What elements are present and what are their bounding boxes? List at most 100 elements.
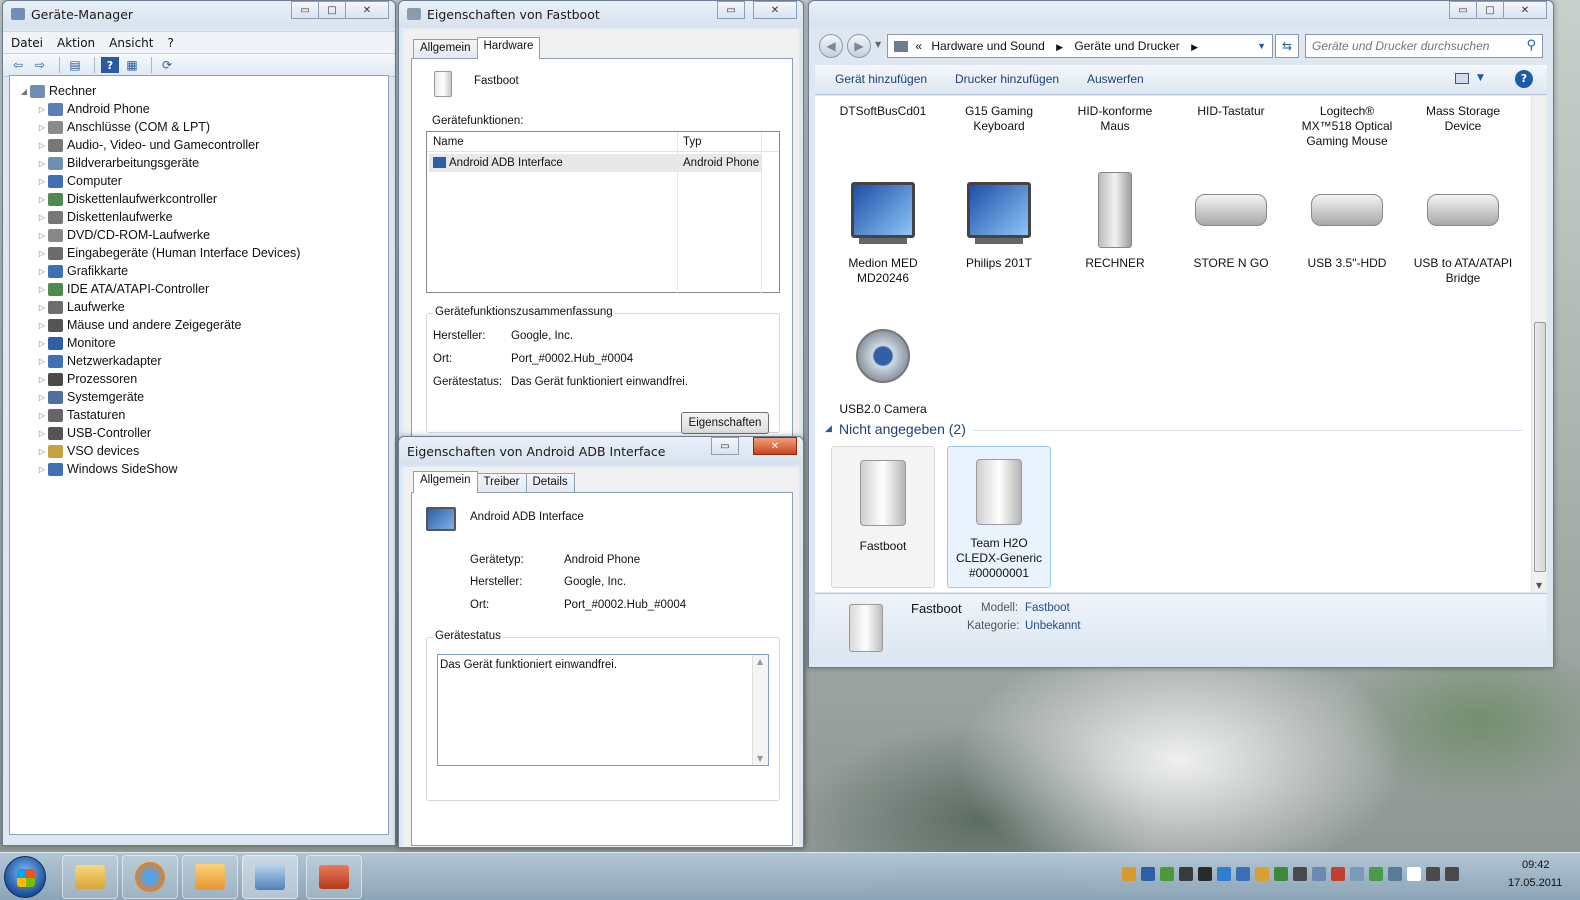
expand-arrow-icon[interactable]: ▷ <box>36 321 48 330</box>
tree-item[interactable]: ▷ Bildverarbeitungsgeräte <box>36 154 388 172</box>
tab-details[interactable]: Details <box>525 473 575 493</box>
tree-item[interactable]: ▷ USB-Controller <box>36 424 388 442</box>
tree-item[interactable]: ▷ Diskettenlaufwerkcontroller <box>36 190 388 208</box>
tray-icon[interactable] <box>1331 867 1345 881</box>
scroll-thumb[interactable] <box>1534 322 1546 572</box>
tree-root[interactable]: ◢ Rechner <box>18 82 388 100</box>
tree-item[interactable]: ▷ Systemgeräte <box>36 388 388 406</box>
tray-icon[interactable] <box>1255 867 1269 881</box>
tray-icon[interactable] <box>1407 867 1421 881</box>
tree-item[interactable]: ▷ Prozessoren <box>36 370 388 388</box>
tree-item[interactable]: ▷ VSO devices <box>36 442 388 460</box>
device-tile[interactable]: STORE N GO <box>1179 170 1283 271</box>
close-button[interactable]: ✕ <box>345 1 389 19</box>
device-tile[interactable]: USB2.0 Camera <box>831 316 935 417</box>
add-printer-button[interactable]: Drucker hinzufügen <box>955 72 1059 86</box>
taskbar-device-manager-button[interactable] <box>242 855 298 899</box>
minimize-button[interactable]: ▭ <box>1449 1 1477 19</box>
tab-hardware[interactable]: Hardware <box>476 37 541 59</box>
expand-arrow-icon[interactable]: ▷ <box>36 375 48 384</box>
tray-icon[interactable] <box>1217 867 1231 881</box>
minimize-button[interactable]: ▭ <box>291 1 319 19</box>
address-dropdown-icon[interactable]: ▼ <box>1257 35 1266 57</box>
tree-item[interactable]: ▷ Grafikkarte <box>36 262 388 280</box>
menu-datei[interactable]: Datei <box>11 36 43 50</box>
tray-icon[interactable] <box>1160 867 1174 881</box>
close-button[interactable]: ✕ <box>753 437 797 455</box>
breadcrumb-separator-icon[interactable]: ▶ <box>1056 42 1063 52</box>
expand-arrow-icon[interactable]: ▷ <box>36 141 48 150</box>
title-bar[interactable]: Eigenschaften von Fastboot ▭ ✕ <box>399 1 803 27</box>
tree-item[interactable]: ▷ Computer <box>36 172 388 190</box>
expand-arrow-icon[interactable]: ▷ <box>36 123 48 132</box>
device-tile[interactable]: HID-Tastatur <box>1179 104 1283 119</box>
forward-button-icon[interactable]: ▶ <box>847 34 871 58</box>
search-box[interactable]: ⚲ <box>1305 34 1543 58</box>
collapse-arrow-icon[interactable]: ◢ <box>18 87 30 96</box>
expand-arrow-icon[interactable]: ▷ <box>36 267 48 276</box>
device-tile[interactable]: Logitech® MX™518 Optical Gaming Mouse <box>1295 104 1399 149</box>
breadcrumb-separator-icon[interactable]: ▶ <box>1191 42 1198 52</box>
tray-icon[interactable] <box>1179 867 1193 881</box>
collapse-arrow-icon[interactable]: ◢ <box>825 424 832 434</box>
expand-arrow-icon[interactable]: ▷ <box>36 339 48 348</box>
scroll-down-icon[interactable]: ▼ <box>757 754 763 763</box>
device-tree[interactable]: ◢ Rechner ▷ Android Phone ▷ Anschlüsse (COM… <box>9 75 389 835</box>
taskbar-explorer-button[interactable] <box>62 855 118 899</box>
help-icon[interactable]: ? <box>101 57 119 73</box>
tray-icon[interactable] <box>1122 867 1136 881</box>
expand-arrow-icon[interactable]: ▷ <box>36 159 48 168</box>
show-hide-tree-icon[interactable]: ▤ <box>66 57 84 73</box>
tree-item[interactable]: ▷ Windows SideShow <box>36 460 388 478</box>
address-bar[interactable]: « Hardware und Sound ▶ Geräte und Drucke… <box>887 34 1273 58</box>
tray-icon[interactable] <box>1274 867 1288 881</box>
menu-ansicht[interactable]: Ansicht <box>109 36 153 50</box>
maximize-button[interactable]: □ <box>1476 1 1504 19</box>
taskbar-browser-button[interactable] <box>122 855 178 899</box>
tab-treiber[interactable]: Treiber <box>476 473 527 493</box>
expand-arrow-icon[interactable]: ▷ <box>36 231 48 240</box>
breadcrumb-hardware-sound[interactable]: Hardware und Sound <box>931 39 1044 53</box>
unspecified-header[interactable]: ◢ Nicht angegeben (2) <box>823 420 1523 440</box>
search-input[interactable] <box>1306 35 1516 57</box>
refresh-icon[interactable]: ⇆ <box>1275 34 1299 58</box>
properties-button[interactable]: Eigenschaften <box>681 412 769 434</box>
expand-arrow-icon[interactable]: ▷ <box>36 105 48 114</box>
table-row[interactable]: Android ADB Interface Android Phone <box>429 154 761 172</box>
status-textbox[interactable]: Das Gerät funktioniert einwandfrei. ▲ ▼ <box>437 654 769 766</box>
breadcrumb-overflow-icon[interactable]: « <box>915 39 922 53</box>
tree-item[interactable]: ▷ Diskettenlaufwerke <box>36 208 388 226</box>
properties-icon[interactable]: ▦ <box>123 57 141 73</box>
tab-allgemein[interactable]: Allgemein <box>413 39 478 59</box>
tray-icon[interactable] <box>1369 867 1383 881</box>
expand-arrow-icon[interactable]: ▷ <box>36 429 48 438</box>
close-button[interactable]: ✕ <box>1503 1 1547 19</box>
tree-item[interactable]: ▷ DVD/CD-ROM-Laufwerke <box>36 226 388 244</box>
tray-icon[interactable] <box>1293 867 1307 881</box>
tray-icon[interactable] <box>1312 867 1326 881</box>
column-header-type[interactable]: Typ <box>683 136 702 148</box>
expand-arrow-icon[interactable]: ▷ <box>36 411 48 420</box>
tree-item[interactable]: ▷ Tastaturen <box>36 406 388 424</box>
taskbar-mail-button[interactable] <box>182 855 238 899</box>
back-arrow-icon[interactable]: ⇦ <box>9 57 27 73</box>
context-help-button[interactable]: ▭ <box>711 437 739 455</box>
clock-date[interactable]: 17.05.2011 <box>1508 877 1562 889</box>
tab-allgemein[interactable]: Allgemein <box>413 471 478 493</box>
device-tile[interactable]: HID-konforme Maus <box>1063 104 1167 134</box>
menu-aktion[interactable]: Aktion <box>57 36 95 50</box>
tree-item[interactable]: ▷ Android Phone <box>36 100 388 118</box>
tree-item[interactable]: ▷ Netzwerkadapter <box>36 352 388 370</box>
tree-item[interactable]: ▷ Mäuse und andere Zeigegeräte <box>36 316 388 334</box>
tray-icon[interactable] <box>1445 867 1459 881</box>
tray-icon[interactable] <box>1388 867 1402 881</box>
expand-arrow-icon[interactable]: ▷ <box>36 393 48 402</box>
expand-arrow-icon[interactable]: ▷ <box>36 357 48 366</box>
expand-arrow-icon[interactable]: ▷ <box>36 213 48 222</box>
breadcrumb-devices-printers[interactable]: Geräte und Drucker <box>1074 39 1179 53</box>
expand-arrow-icon[interactable]: ▷ <box>36 465 48 474</box>
functions-list[interactable]: Name Typ Android ADB Interface Android P… <box>426 131 780 294</box>
scroll-up-icon[interactable]: ▲ <box>757 657 763 666</box>
eject-button[interactable]: Auswerfen <box>1087 72 1144 86</box>
context-help-button[interactable]: ▭ <box>717 1 745 19</box>
